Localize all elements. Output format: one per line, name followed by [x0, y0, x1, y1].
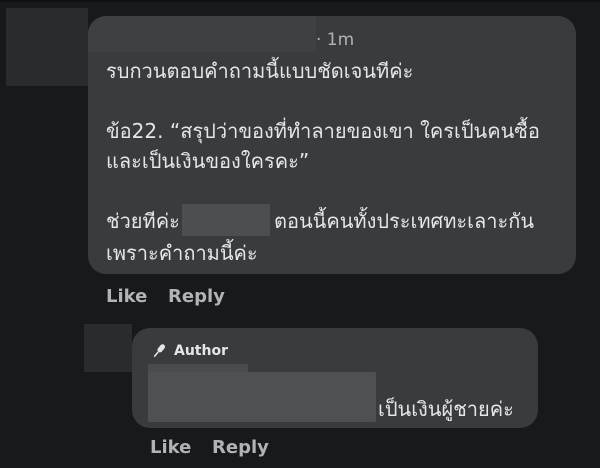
reply-avatar[interactable]	[84, 324, 132, 372]
author-badge-label: Author	[174, 343, 228, 359]
reply-button[interactable]: Reply	[168, 286, 225, 308]
comment-line-1: รบกวนตอบคำถามนี้แบบชัดเจนทีค่ะ	[106, 59, 414, 83]
microphone-icon	[150, 342, 168, 360]
author-badge: Author	[150, 341, 228, 361]
redacted-commenter-name	[88, 16, 316, 52]
comment-thread: · 1m รบกวนตอบคำถามนี้แบบชัดเจนทีค่ะ ข้อ2…	[0, 0, 600, 468]
like-button[interactable]: Like	[106, 286, 147, 308]
comment-line-4: ช่วยทีค่ะ	[106, 209, 180, 233]
avatar[interactable]	[6, 8, 88, 86]
redacted-mention	[182, 204, 270, 236]
comment-line-4-cont: ตอนนี้คนทั้งประเทศทะเลาะกัน	[274, 209, 535, 233]
reply-reply-button[interactable]: Reply	[212, 437, 269, 459]
redacted-reply-content	[148, 372, 376, 422]
comment-line-3: และเป็นเงินของใครคะ”	[106, 149, 310, 173]
comment-line-2: ข้อ22. “สรุปว่าของที่ทำลายของเขา ใครเป็น…	[106, 119, 540, 143]
comment-line-5: เพราะคำถามนี้ค่ะ	[106, 241, 258, 265]
comment-bubble	[88, 16, 576, 274]
reply-like-button[interactable]: Like	[150, 437, 191, 459]
reply-text: เป็นเงินผู้ชายค่ะ	[378, 397, 514, 421]
top-divider	[0, 0, 600, 2]
comment-timestamp: · 1m	[316, 30, 355, 50]
